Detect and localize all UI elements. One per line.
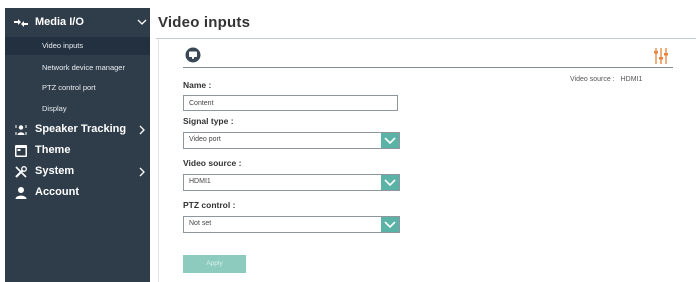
sidebar-item-network-device-manager[interactable]: Network device manager <box>5 59 150 77</box>
video-source-readout-label: Video source : <box>570 76 615 83</box>
dropdown-button[interactable] <box>381 133 399 148</box>
video-source-value: HDMI1 <box>189 178 211 185</box>
video-source-readout: Video source : HDMI1 <box>570 76 648 83</box>
video-source-readout-value: HDMI1 <box>620 76 643 83</box>
app-window: Media I/O Video inputs Network device ma… <box>0 0 700 282</box>
sidebar-item-label: PTZ control port <box>42 83 96 92</box>
user-icon <box>15 187 27 199</box>
dropdown-button[interactable] <box>381 217 399 232</box>
signal-type-select[interactable]: Video port <box>183 132 400 149</box>
panel-divider <box>183 67 673 68</box>
apply-button[interactable]: Apply <box>183 255 246 273</box>
main-content: Video inputs Video source : HDMI1 Name : <box>150 8 700 282</box>
ptz-control-value: Not set <box>189 220 212 227</box>
settings-sliders-icon[interactable] <box>653 47 669 65</box>
sidebar-item-label: Video inputs <box>42 41 84 50</box>
sidebar-item-label: Network device manager <box>42 63 125 72</box>
title-divider <box>156 38 696 39</box>
page-title: Video inputs <box>158 14 251 31</box>
sidebar-group-media-io[interactable]: Media I/O <box>5 12 150 34</box>
chevron-down-icon <box>384 221 396 229</box>
media-io-icon <box>14 19 28 27</box>
name-label: Name : <box>183 80 212 90</box>
signal-type-label: Signal type : <box>183 116 234 126</box>
chevron-right-icon <box>139 125 145 135</box>
sidebar-item-theme[interactable]: Theme <box>5 141 150 161</box>
speaker-tracking-icon <box>15 125 27 135</box>
sidebar-item-speaker-tracking[interactable]: Speaker Tracking <box>5 120 150 140</box>
chevron-down-icon <box>384 179 396 187</box>
signal-type-value: Video port <box>189 136 221 143</box>
sidebar-item-ptz-control-port[interactable]: PTZ control port <box>5 79 150 97</box>
sidebar-group-label: Media I/O <box>35 16 84 28</box>
theme-icon <box>15 145 27 157</box>
name-input[interactable] <box>183 95 398 111</box>
sidebar-item-display[interactable]: Display <box>5 100 150 118</box>
sidebar-item-account[interactable]: Account <box>5 183 150 203</box>
sidebar-item-system[interactable]: System <box>5 162 150 182</box>
ptz-control-label: PTZ control : <box>183 200 236 210</box>
sidebar-item-label: Account <box>35 186 79 198</box>
sidebar-item-label: Display <box>42 104 67 113</box>
chevron-down-icon[interactable] <box>137 17 147 27</box>
dropdown-button[interactable] <box>381 175 399 190</box>
panel-left-border <box>158 39 159 282</box>
sidebar-item-label: System <box>35 165 75 177</box>
chevron-down-icon <box>384 137 396 145</box>
monitor-icon <box>185 47 201 63</box>
video-source-label: Video source : <box>183 158 242 168</box>
sidebar-item-label: Theme <box>35 144 71 156</box>
ptz-control-select[interactable]: Not set <box>183 216 400 233</box>
chevron-right-icon <box>139 167 145 177</box>
video-source-select[interactable]: HDMI1 <box>183 174 400 191</box>
sidebar-item-video-inputs[interactable]: Video inputs <box>5 37 150 55</box>
sidebar-item-label: Speaker Tracking <box>35 123 127 135</box>
sidebar: Media I/O Video inputs Network device ma… <box>5 8 150 282</box>
system-tools-icon <box>15 166 27 178</box>
